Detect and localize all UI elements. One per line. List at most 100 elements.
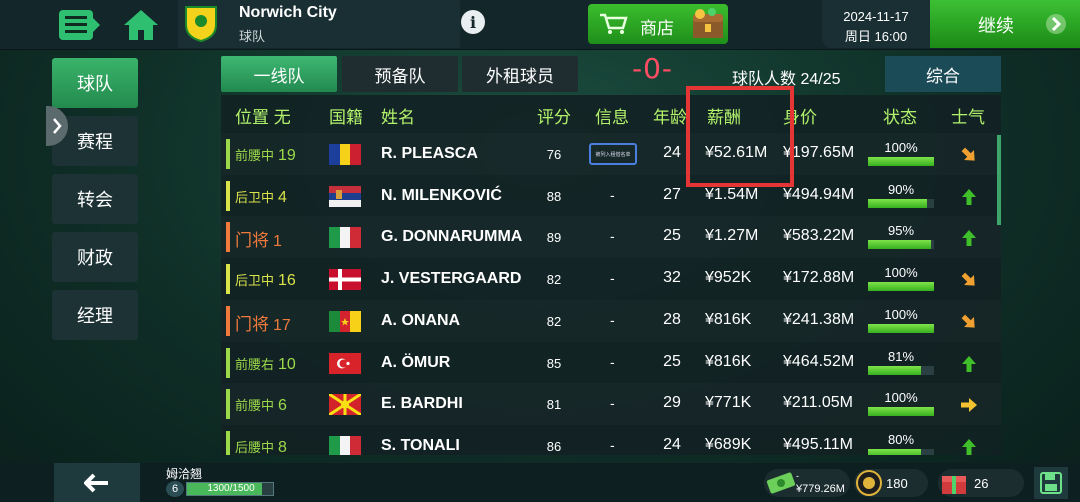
info-dash: - [610, 186, 615, 203]
loan-list-badge[interactable]: 被列入租借名单 [589, 143, 637, 165]
save-disk-icon [1040, 472, 1062, 494]
table-row[interactable]: 门将 1 G. DONNARUMMA 89 - 25 ¥1.27M ¥583.22M 95% [221, 216, 1001, 258]
position-label: 后卫中 [235, 189, 275, 205]
player-name[interactable]: R. PLEASCA [381, 145, 478, 163]
money-display[interactable]: - ¥779.26M [764, 469, 850, 497]
table-row[interactable]: 后卫中 16 J. VESTERGAARD 82 - 32 ¥952K ¥172.88M 100… [221, 258, 1001, 300]
condition-bar [868, 323, 934, 333]
condition-fill [868, 448, 921, 455]
table-row[interactable]: 前腰中 6 E. BARDHI 81 - 29 ¥771K ¥211.05M 100% [221, 383, 1001, 425]
money-value: ¥779.26M [796, 483, 845, 495]
player-name[interactable]: J. VESTERGAARD [381, 270, 521, 288]
position-color-bar [226, 430, 230, 455]
menu-list-icon [59, 10, 100, 40]
back-button[interactable] [54, 463, 140, 502]
position-label: 后腰中 [235, 439, 275, 455]
shop-button[interactable]: 商店 [588, 4, 728, 44]
header-status[interactable]: 状态 [883, 103, 917, 128]
player-rating: 88 [546, 188, 562, 204]
club-header[interactable]: Norwich City 球队 i [178, 0, 485, 48]
shirt-number: 19 [278, 147, 296, 164]
table-row[interactable]: 后腰中 8 S. TONALI 86 - 24 ¥689K ¥495.11M 80% [221, 425, 1001, 455]
sidebar-item-transfers[interactable]: 转会 [52, 174, 138, 224]
player-age: 28 [663, 310, 681, 328]
back-arrow-icon [84, 473, 108, 492]
header-info[interactable]: 信息 [595, 103, 629, 128]
player-name[interactable]: G. DONNARUMMA [381, 228, 522, 246]
player-age: 29 [663, 394, 681, 412]
header-age[interactable]: 年龄 [653, 103, 687, 128]
condition-meter: 100% [868, 266, 934, 292]
save-button[interactable] [1034, 467, 1068, 499]
tab-loaned-players[interactable]: 外租球员 [462, 56, 578, 92]
club-name: Norwich City [239, 4, 337, 21]
player-rating: 82 [546, 313, 562, 329]
items-display[interactable]: 26 [938, 469, 1024, 497]
header-nationality[interactable]: 国籍 [329, 103, 363, 128]
condition-text: 81% [887, 348, 915, 364]
menu-button[interactable] [54, 4, 104, 46]
header-name[interactable]: 姓名 [381, 103, 415, 128]
condition-fill [868, 323, 934, 333]
header-morale[interactable]: 士气 [951, 103, 985, 128]
player-name[interactable]: E. BARDHI [381, 395, 463, 413]
tab-label: 外租球员 [486, 66, 554, 86]
player-name[interactable]: N. MILENKOVIĆ [381, 187, 502, 205]
manager-level: 6 [166, 481, 184, 497]
condition-bar [868, 157, 934, 166]
gift-box-icon [942, 476, 966, 494]
player-name[interactable]: S. TONALI [381, 437, 460, 455]
condition-fill [868, 282, 934, 292]
player-name[interactable]: A. ÖMUR [381, 354, 450, 372]
table-row[interactable]: 前腰中 19 R. PLEASCA 76 被列入租借名单 24 ¥52.61M ¥197.65… [221, 133, 1001, 175]
header-rating[interactable]: 评分 [537, 103, 571, 128]
sidebar-item-label: 赛程 [77, 132, 113, 152]
nationality-flag-icon [329, 310, 361, 332]
player-name[interactable]: A. ONANA [381, 312, 460, 330]
position-label: 前腰中 [235, 148, 275, 163]
tab-first-team[interactable]: 一线队 [221, 56, 337, 92]
player-wage: ¥952K [705, 269, 752, 287]
player-rating: 82 [546, 272, 562, 288]
player-position: 前腰右 10 [235, 354, 296, 374]
condition-text: 90% [887, 181, 915, 197]
shirt-number: 8 [278, 438, 287, 455]
position-color-bar [226, 180, 230, 211]
player-wage: ¥816K [705, 352, 752, 370]
table-row[interactable]: 前腰右 10 A. ÖMUR 85 - 25 ¥816K ¥464.52M 81% [221, 342, 1001, 384]
home-button[interactable] [116, 4, 166, 46]
condition-meter: 81% [868, 348, 934, 375]
table-row[interactable]: 后卫中 4 N. MILENKOVIĆ 88 - 27 ¥1.54M ¥494.94M 90% [221, 175, 1001, 217]
tab-reserves[interactable]: 预备队 [342, 56, 458, 92]
scrollbar[interactable] [997, 135, 1001, 225]
table-row[interactable]: 门将 17 A. ONANA 82 - 28 ¥816K ¥241.38M 100% [221, 300, 1001, 342]
condition-text: 100% [884, 306, 918, 322]
treasure-chest-icon [693, 8, 723, 38]
player-age: 32 [663, 269, 681, 287]
info-icon[interactable]: i [461, 10, 485, 34]
player-wage: ¥1.27M [705, 227, 759, 245]
nationality-flag-icon [329, 185, 361, 207]
tab-label: 一线队 [253, 66, 305, 86]
cart-icon [600, 13, 628, 34]
morale-arrow-icon [959, 354, 979, 374]
info-dash: - [610, 270, 615, 287]
sidebar-item-squad[interactable]: 球队 [52, 58, 138, 108]
player-position: 门将 1 [235, 226, 282, 251]
condition-text: 100% [884, 140, 918, 155]
morale-arrow-icon [959, 228, 979, 248]
player-value: ¥495.11M [783, 435, 853, 453]
overall-button[interactable]: 综合 [885, 56, 1001, 92]
player-age: 25 [663, 227, 681, 245]
coin-display[interactable]: 180 [854, 469, 928, 497]
player-rating: 86 [546, 438, 562, 454]
sidebar-item-manager[interactable]: 经理 [52, 290, 138, 340]
continue-button[interactable]: 继续 [930, 0, 1080, 48]
sidebar-item-finance[interactable]: 财政 [52, 232, 138, 282]
sidebar-item-label: 球队 [77, 74, 113, 94]
shirt-number: 16 [278, 272, 296, 290]
header-position[interactable]: 位置 无 [235, 103, 291, 128]
position-color-bar [226, 347, 230, 378]
player-table: 位置 无 国籍 姓名 评分 信息 年龄 薪酬 身价 状态 士气 前腰中 19 R. … [221, 95, 1001, 455]
player-position: 门将 17 [235, 310, 291, 335]
